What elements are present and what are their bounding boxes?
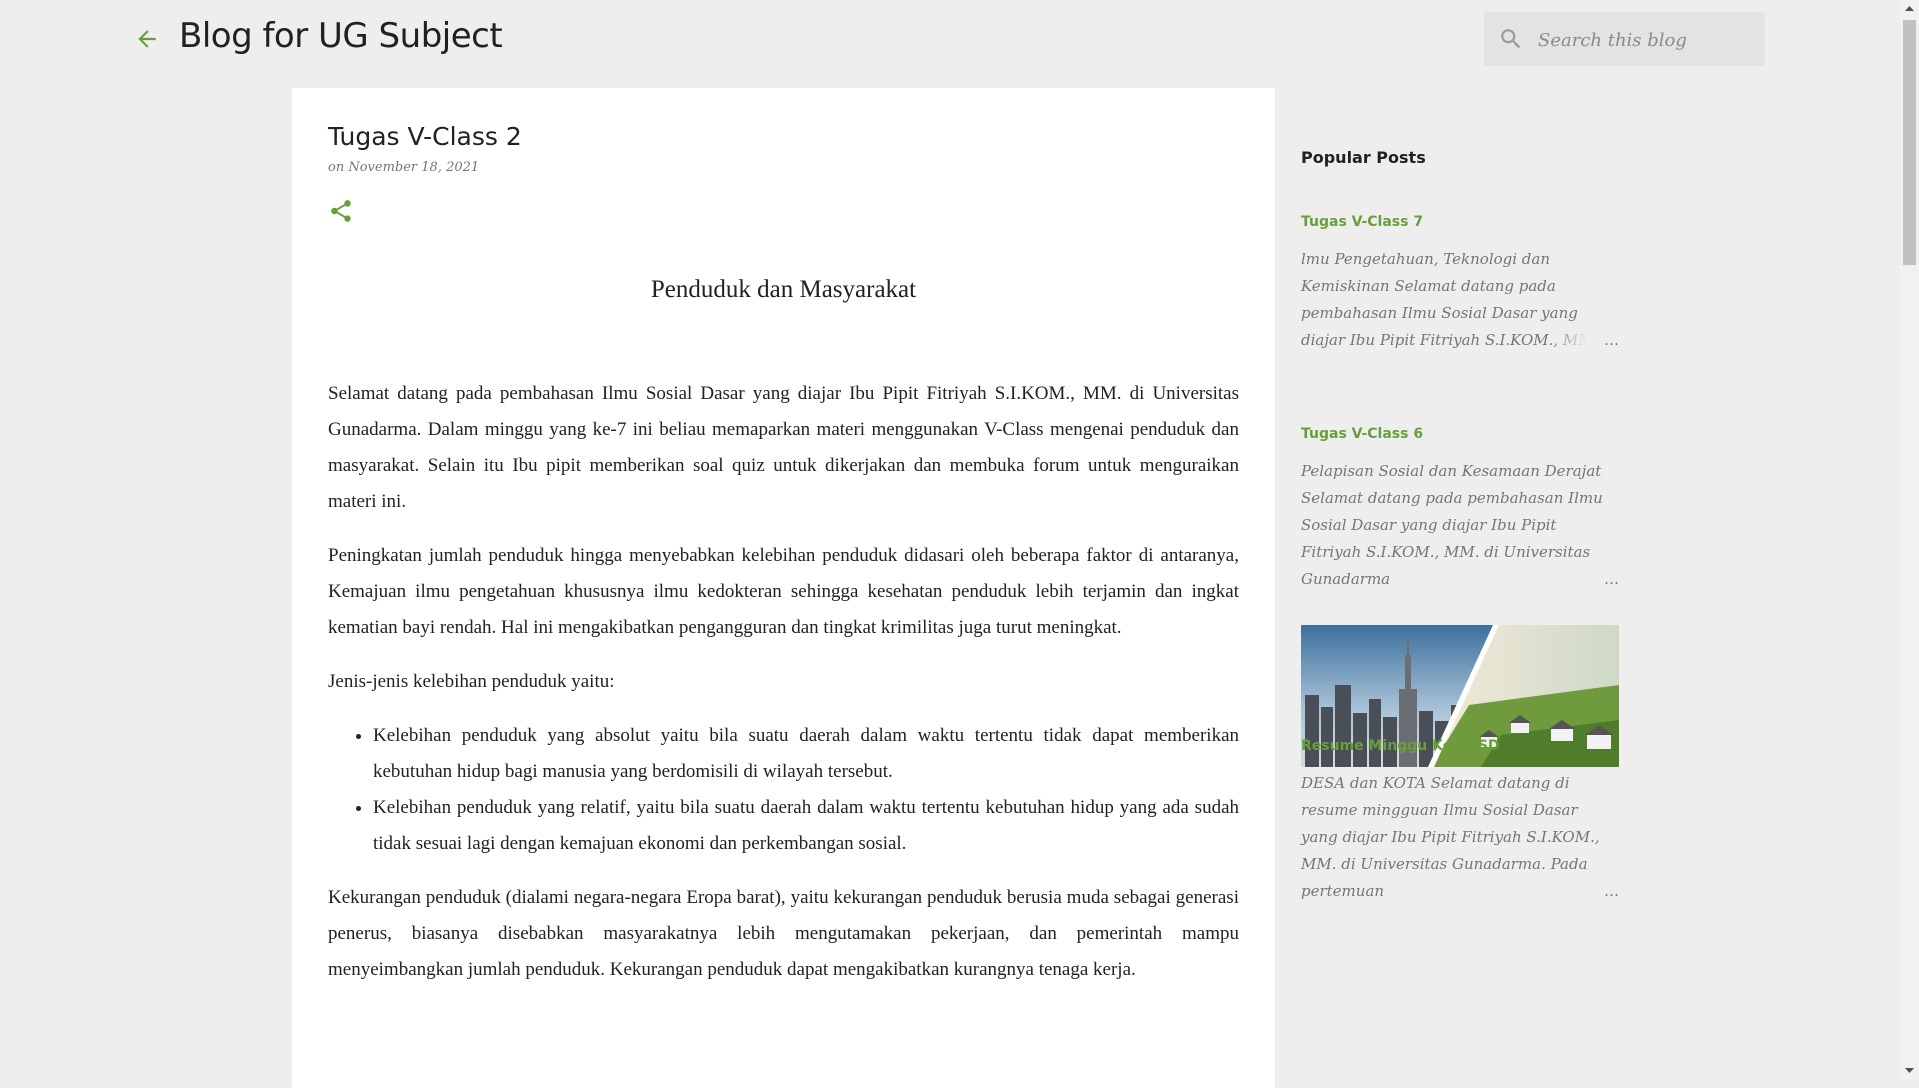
post-title[interactable]: Tugas V-Class 2 bbox=[328, 122, 522, 151]
post-paragraph: Selamat datang pada pembahasan Ilmu Sosi… bbox=[328, 383, 1239, 512]
popular-post-title[interactable]: Resume Minggu Ke-5 ISD bbox=[1301, 738, 1619, 754]
back-arrow-icon[interactable] bbox=[134, 26, 160, 52]
share-icon[interactable] bbox=[328, 198, 354, 224]
search-input[interactable] bbox=[1536, 22, 1760, 58]
scrollbar-thumb[interactable] bbox=[1903, 20, 1916, 265]
blog-title[interactable]: Blog for UG Subject bbox=[179, 16, 503, 56]
post-date[interactable]: on November 18, 2021 bbox=[328, 160, 479, 175]
popular-post-item: Tugas V-Class 6 Pelapisan Sosial dan Kes… bbox=[1301, 426, 1619, 593]
snippet-ellipsis[interactable]: … bbox=[1549, 327, 1619, 354]
post-list: Kelebihan penduduk yang absolut yaitu bi… bbox=[328, 718, 1239, 862]
popular-post-snippet: DESA dan KOTA Selamat datang di resume m… bbox=[1301, 770, 1619, 905]
scroll-up-arrow-icon[interactable] bbox=[1900, 0, 1919, 17]
post-paragraph: Jenis-jenis kelebihan penduduk yaitu: bbox=[328, 671, 615, 692]
popular-post-title[interactable]: Tugas V-Class 7 bbox=[1301, 214, 1619, 230]
scroll-down-arrow-icon[interactable] bbox=[1900, 1062, 1919, 1079]
vertical-scrollbar[interactable] bbox=[1900, 0, 1919, 1079]
search-icon[interactable] bbox=[1498, 26, 1524, 52]
snippet-ellipsis[interactable]: … bbox=[1549, 566, 1619, 593]
popular-post-item: Tugas V-Class 7 lmu Pengetahuan, Teknolo… bbox=[1301, 214, 1619, 354]
post-paragraph: Kekurangan penduduk (dialami negara-nega… bbox=[328, 887, 1239, 980]
list-item: Kelebihan penduduk yang absolut yaitu bi… bbox=[373, 718, 1239, 790]
snippet-ellipsis[interactable]: … bbox=[1549, 878, 1619, 905]
post-paragraph: Peningkatan jumlah penduduk hingga menye… bbox=[328, 545, 1239, 638]
popular-post-title[interactable]: Tugas V-Class 6 bbox=[1301, 426, 1619, 442]
popular-post-snippet: lmu Pengetahuan, Teknologi dan Kemiskina… bbox=[1301, 246, 1619, 354]
blog-header: Blog for UG Subject bbox=[0, 0, 1900, 78]
widget-title: Popular Posts bbox=[1301, 148, 1426, 167]
list-item: Kelebihan penduduk yang relatif, yaitu b… bbox=[373, 790, 1239, 862]
popular-post-snippet: Pelapisan Sosial dan Kesamaan Derajat Se… bbox=[1301, 458, 1619, 593]
popular-post-item: Resume Minggu Ke-5 ISD DESA dan KOTA Sel… bbox=[1301, 738, 1619, 905]
post-heading: Penduduk dan Masyarakat bbox=[650, 276, 917, 303]
post-body: Selamat datang pada pembahasan Ilmu Sosi… bbox=[328, 376, 1239, 1006]
post-card: Tugas V-Class 2 on November 18, 2021 Pen… bbox=[292, 88, 1275, 1088]
search-box[interactable] bbox=[1484, 12, 1765, 66]
